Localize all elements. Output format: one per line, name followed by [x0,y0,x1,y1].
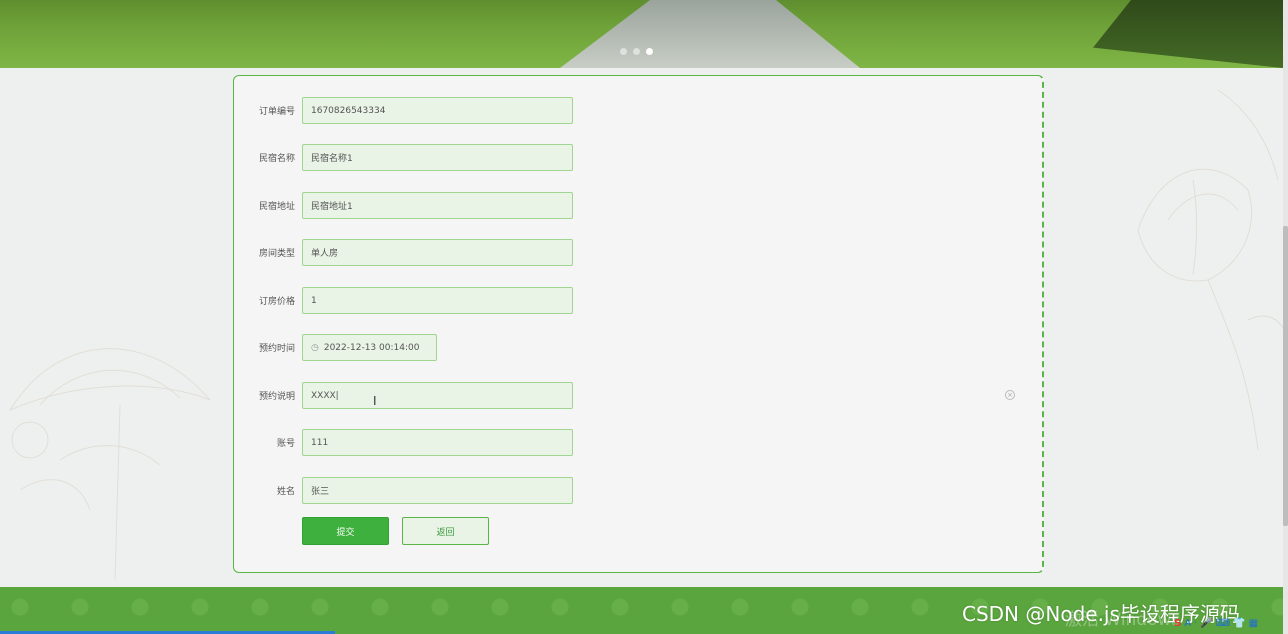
menu-grid-icon[interactable]: ▦ [1249,618,1258,629]
clock-icon: ◷ [311,342,319,353]
room-type-label: 房间类型 [258,249,295,259]
text-cursor-icon: I [373,394,377,408]
form-row-booking-note: 预约说明 XXXX| [234,382,573,409]
form-row-account: 账号 111 [234,429,573,456]
carousel-dot-1[interactable] [620,48,627,55]
booking-time-picker[interactable]: ◷ 2022-12-13 00:14:00 [302,334,437,361]
skin-icon[interactable]: 👕 [1233,618,1245,629]
homestay-address-input[interactable]: 民宿地址1 [302,192,573,219]
back-button[interactable]: 返回 [402,517,489,545]
booking-note-input[interactable]: XXXX| [302,382,573,409]
form-row-homestay-name: 民宿名称 民宿名称1 [234,144,573,171]
page-scrollbar[interactable] [1283,0,1288,634]
account-input[interactable]: 111 [302,429,573,456]
booking-time-value: 2022-12-13 00:14:00 [323,342,420,353]
banner-trees-image [1093,0,1283,68]
order-number-input[interactable]: 1670826543334 [302,97,573,124]
form-row-order-number: 订单编号 1670826543334 [234,97,573,124]
order-number-label: 订单编号 [258,107,295,117]
banner-road-image [560,0,860,68]
homestay-name-input[interactable]: 民宿名称1 [302,144,573,171]
ime-punct-icon[interactable]: · [1194,618,1197,629]
lotus-decoration-right [1137,89,1288,450]
carousel-dot-3[interactable] [646,48,653,55]
order-form-card: 订单编号 1670826543334 民宿名称 民宿名称1 民宿地址 民宿地址1… [233,75,1044,573]
homestay-name-label: 民宿名称 [258,154,295,164]
ime-s-icon[interactable]: S [1174,618,1181,629]
room-type-input[interactable]: 单人房 [302,239,573,266]
form-row-room-price: 订房价格 1 [234,287,573,314]
booking-note-label: 预约说明 [258,392,295,402]
keyboard-icon[interactable]: ⌨ [1216,618,1230,629]
system-tray: S A · 🎤 ⌨ 👕 ▦ [1174,618,1258,629]
top-banner [0,0,1283,68]
form-row-booking-time: 预约时间 ◷ 2022-12-13 00:14:00 [234,334,437,361]
submit-button[interactable]: 提交 [302,517,389,545]
name-input[interactable]: 张三 [302,477,573,504]
account-label: 账号 [276,439,295,449]
name-label: 姓名 [276,487,295,497]
homestay-address-label: 民宿地址 [258,202,295,212]
form-row-name: 姓名 张三 [234,477,573,504]
room-price-label: 订房价格 [258,297,295,307]
booking-time-label: 预约时间 [258,344,295,354]
carousel-dot-2[interactable] [633,48,640,55]
clear-icon[interactable]: × [1005,390,1015,400]
microphone-icon[interactable]: 🎤 [1200,618,1212,629]
lotus-decoration-left [8,348,211,580]
form-row-homestay-address: 民宿地址 民宿地址1 [234,192,573,219]
room-price-input[interactable]: 1 [302,287,573,314]
form-row-room-type: 房间类型 单人房 [234,239,573,266]
ime-a-icon[interactable]: A [1184,618,1191,629]
carousel-dots [620,48,653,55]
scrollbar-thumb[interactable] [1283,226,1288,526]
